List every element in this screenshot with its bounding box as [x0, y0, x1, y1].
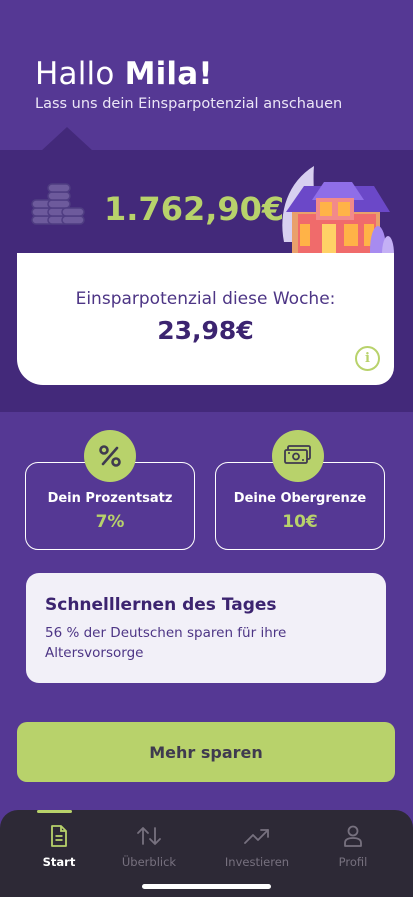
- header-notch: [41, 127, 93, 151]
- tab-overview-label: Überblick: [121, 855, 177, 869]
- tab-invest-label: Investieren: [224, 855, 290, 869]
- user-name: Mila!: [124, 56, 213, 92]
- weekly-label: Einsparpotenzial diese Woche:: [75, 289, 336, 309]
- person-icon: [344, 825, 362, 847]
- limit-title: Deine Obergrenze: [233, 491, 367, 506]
- greeting-subtitle: Lass uns dein Einsparpotenzial anschauen: [35, 96, 343, 112]
- limit-value: 10€: [282, 512, 318, 532]
- active-tab-indicator: [37, 810, 72, 813]
- save-more-button[interactable]: Mehr sparen: [17, 722, 395, 782]
- tab-start[interactable]: Start: [9, 810, 109, 880]
- info-icon[interactable]: i: [355, 346, 380, 371]
- quick-learn-card: Schnelllernen des Tages 56 % der Deutsch…: [26, 573, 386, 683]
- tab-profile-label: Profil: [338, 855, 368, 869]
- percent-icon: [84, 430, 136, 482]
- percentage-value: 7%: [95, 512, 125, 532]
- tab-start-label: Start: [42, 855, 76, 869]
- quick-learn-title: Schnelllernen des Tages: [45, 595, 277, 615]
- tab-profile[interactable]: Profil: [303, 810, 403, 880]
- quick-learn-text: 56 % der Deutschen sparen für ihre Alter…: [45, 625, 287, 661]
- balance-amount: 1.762,90€: [104, 190, 285, 228]
- arrows-updown-icon: [137, 827, 161, 845]
- tab-invest[interactable]: Investieren: [207, 810, 307, 880]
- banknote-icon: [272, 430, 324, 482]
- coins-icon: [31, 183, 85, 225]
- document-icon: [51, 825, 67, 847]
- percentage-title: Dein Prozentsatz: [47, 491, 173, 506]
- home-indicator[interactable]: [142, 884, 271, 889]
- greeting-prefix: Hallo: [35, 56, 115, 92]
- weekly-value: 23,98€: [157, 316, 254, 345]
- weekly-savings-card: Einsparpotenzial diese Woche: 23,98€ i: [17, 253, 394, 385]
- tab-overview[interactable]: Überblick: [99, 810, 199, 880]
- trending-up-icon: [244, 829, 269, 844]
- greeting: Hallo Mila!: [35, 56, 213, 92]
